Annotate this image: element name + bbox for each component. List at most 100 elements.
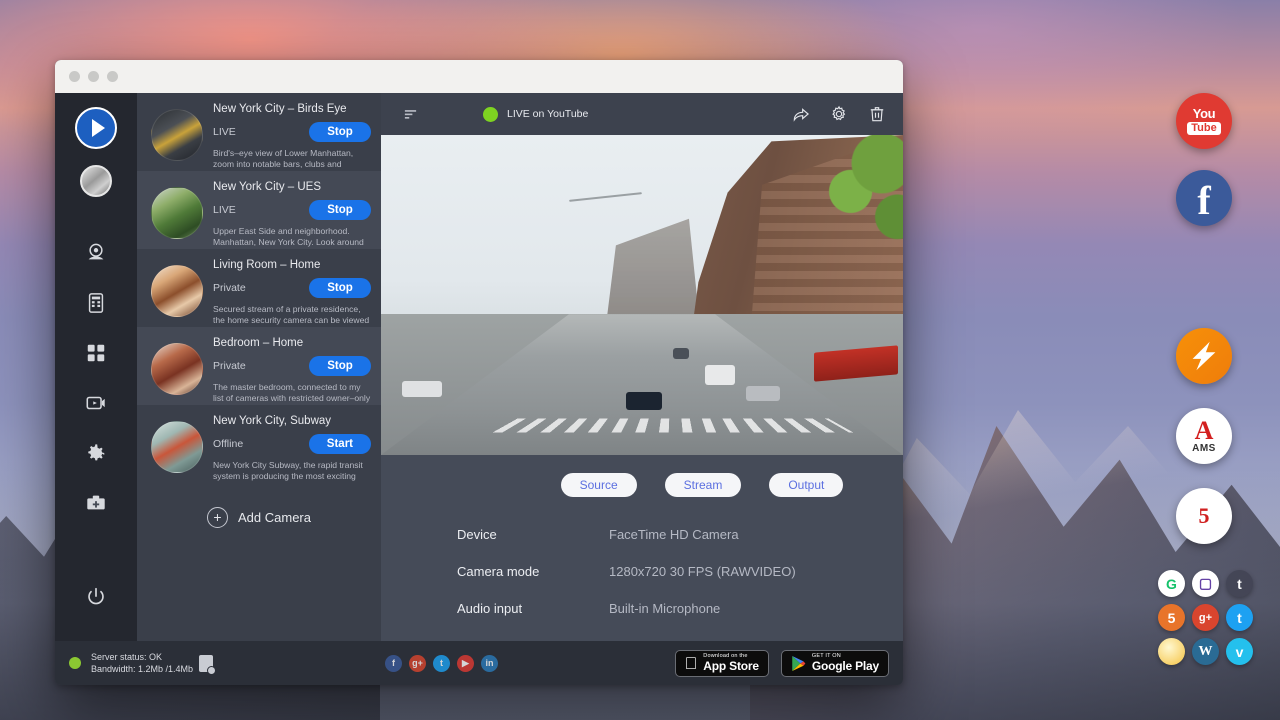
- camera-row[interactable]: New York City, SubwayOfflineStartNew Yor…: [137, 405, 381, 483]
- mode-tabs[interactable]: Source Stream Output: [381, 455, 903, 497]
- camera-list[interactable]: New York City – Birds EyeLIVEStopBird's–…: [137, 93, 381, 641]
- flickr-icon[interactable]: [1158, 638, 1185, 665]
- tumblr-icon[interactable]: t: [1226, 570, 1253, 597]
- camera-action-button[interactable]: Stop: [309, 356, 371, 376]
- google-play-text: GET IT ON Google Play: [812, 654, 879, 673]
- adobe-ams-launcher-icon[interactable]: A AMS: [1176, 408, 1232, 464]
- trash-icon[interactable]: [867, 104, 887, 124]
- camera-status-line: PrivateStop: [213, 278, 371, 298]
- log-document-icon[interactable]: [199, 655, 213, 672]
- add-camera-label: Add Camera: [238, 510, 311, 525]
- facebook-launcher-glyph: f: [1197, 181, 1210, 221]
- avatar[interactable]: [80, 165, 112, 197]
- video-preview[interactable]: [381, 135, 903, 455]
- camera-status: LIVE: [213, 204, 309, 216]
- share-arrow-icon[interactable]: [791, 104, 811, 124]
- app-logo[interactable]: [75, 107, 117, 149]
- camera-action-button[interactable]: Stop: [309, 200, 371, 220]
- camera-description: New York City Subway, the rapid transit …: [213, 460, 371, 482]
- google-plus-icon[interactable]: g+: [1192, 604, 1219, 631]
- detail-row: Audio inputBuilt-in Microphone: [457, 601, 903, 616]
- google-play-button[interactable]: GET IT ON Google Play: [781, 650, 889, 677]
- detail-label: Audio input: [457, 601, 609, 616]
- ams-label: AMS: [1192, 443, 1216, 454]
- youtube-launcher-top: You: [1193, 108, 1215, 120]
- camera-action-button[interactable]: Stop: [309, 278, 371, 298]
- tab-source[interactable]: Source: [561, 473, 637, 497]
- twitter-icon[interactable]: t: [1226, 604, 1253, 631]
- camera-status: Offline: [213, 438, 309, 450]
- google-plus-icon[interactable]: g+: [409, 655, 426, 672]
- add-camera-button[interactable]: + Add Camera: [137, 483, 381, 528]
- bolt-launcher-icon[interactable]: [1176, 328, 1232, 384]
- youtube-launcher-icon[interactable]: You Tube: [1176, 93, 1232, 149]
- desktop: You Tube f A AMS 5 G ▢ t 5 g+ t W v: [0, 0, 1280, 720]
- youtube-icon[interactable]: ▶: [457, 655, 474, 672]
- sort-list-button[interactable]: [397, 107, 423, 122]
- camera-status-line: OfflineStart: [213, 434, 371, 454]
- sidebar-item-settings[interactable]: [74, 431, 118, 475]
- bolt-shape-icon: [1185, 337, 1223, 375]
- sidebar-item-devices[interactable]: [74, 281, 118, 325]
- sidebar-item-cameras[interactable]: [74, 231, 118, 275]
- detail-row: Camera mode1280x720 30 FPS (RAWVIDEO): [457, 564, 903, 579]
- detail-row: DeviceFaceTime HD Camera: [457, 527, 903, 542]
- apple-icon: : [685, 655, 698, 672]
- detail-value: Built-in Microphone: [609, 601, 720, 616]
- app-store-button[interactable]:  Download on the App Store: [675, 650, 769, 677]
- twitch-icon[interactable]: ▢: [1192, 570, 1219, 597]
- youtube-launcher-bottom: Tube: [1187, 122, 1220, 135]
- video-icon: [85, 392, 107, 414]
- facebook-launcher-icon[interactable]: f: [1176, 170, 1232, 226]
- video-trees-right: [809, 135, 903, 276]
- vimeo-icon[interactable]: v: [1226, 638, 1253, 665]
- camera-title: Living Room – Home: [213, 259, 371, 271]
- linkedin-icon[interactable]: in: [481, 655, 498, 672]
- camera-description: The master bedroom, connected to my list…: [213, 382, 371, 404]
- plus-circle-icon: +: [207, 507, 228, 528]
- camera-row[interactable]: New York City – Birds EyeLIVEStopBird's–…: [137, 93, 381, 171]
- twitter-icon[interactable]: t: [433, 655, 450, 672]
- store-badges:  Download on the App Store GET IT ON: [675, 650, 889, 677]
- tab-output[interactable]: Output: [769, 473, 843, 497]
- close-button[interactable]: [69, 71, 80, 82]
- sidebar-item-support[interactable]: [74, 481, 118, 525]
- camera-description: Upper East Side and neighborhood. Manhat…: [213, 226, 371, 248]
- app-window: New York City – Birds EyeLIVEStopBird's–…: [55, 60, 903, 685]
- sidebar-item-recordings[interactable]: [74, 381, 118, 425]
- camera-row[interactable]: Living Room – HomePrivateStopSecured str…: [137, 249, 381, 327]
- camera-row[interactable]: New York City – UESLIVEStopUpper East Si…: [137, 171, 381, 249]
- sidebar: [55, 93, 137, 641]
- camera-info: Living Room – HomePrivateStopSecured str…: [213, 257, 371, 327]
- video-car-5: [402, 381, 442, 397]
- window-titlebar[interactable]: [55, 60, 903, 93]
- camera-row[interactable]: Bedroom – HomePrivateStopThe master bedr…: [137, 327, 381, 405]
- wordpress-icon[interactable]: W: [1192, 638, 1219, 665]
- camera-status-line: LIVEStop: [213, 122, 371, 142]
- window-body: New York City – Birds EyeLIVEStopBird's–…: [55, 93, 903, 641]
- sidebar-item-dashboard[interactable]: [74, 331, 118, 375]
- video-crosswalk: [493, 418, 853, 432]
- camera-info: Bedroom – HomePrivateStopThe master bedr…: [213, 335, 371, 405]
- gear-icon[interactable]: [829, 104, 849, 124]
- detail-value: FaceTime HD Camera: [609, 527, 739, 542]
- minimize-button[interactable]: [88, 71, 99, 82]
- live-status: LIVE on YouTube: [483, 107, 588, 122]
- target-five-launcher-icon[interactable]: 5: [1176, 488, 1232, 544]
- sketchfab-icon[interactable]: 5: [1158, 604, 1185, 631]
- sidebar-item-power[interactable]: [74, 575, 118, 619]
- footer-social-links[interactable]: f g+ t ▶ in: [385, 655, 498, 672]
- zoom-button[interactable]: [107, 71, 118, 82]
- grammarly-icon[interactable]: G: [1158, 570, 1185, 597]
- camera-status: Private: [213, 360, 309, 372]
- camera-info: New York City – Birds EyeLIVEStopBird's–…: [213, 101, 371, 171]
- status-footer: Server status: OK Bandwidth: 1.2Mb /1.4M…: [55, 641, 903, 685]
- video-car-3: [746, 386, 780, 401]
- camera-action-button[interactable]: Stop: [309, 122, 371, 142]
- grid-icon: [85, 342, 107, 364]
- tab-stream[interactable]: Stream: [665, 473, 742, 497]
- google-play-icon: [791, 655, 806, 672]
- facebook-icon[interactable]: f: [385, 655, 402, 672]
- camera-info: New York City – UESLIVEStopUpper East Si…: [213, 179, 371, 249]
- camera-action-button[interactable]: Start: [309, 434, 371, 454]
